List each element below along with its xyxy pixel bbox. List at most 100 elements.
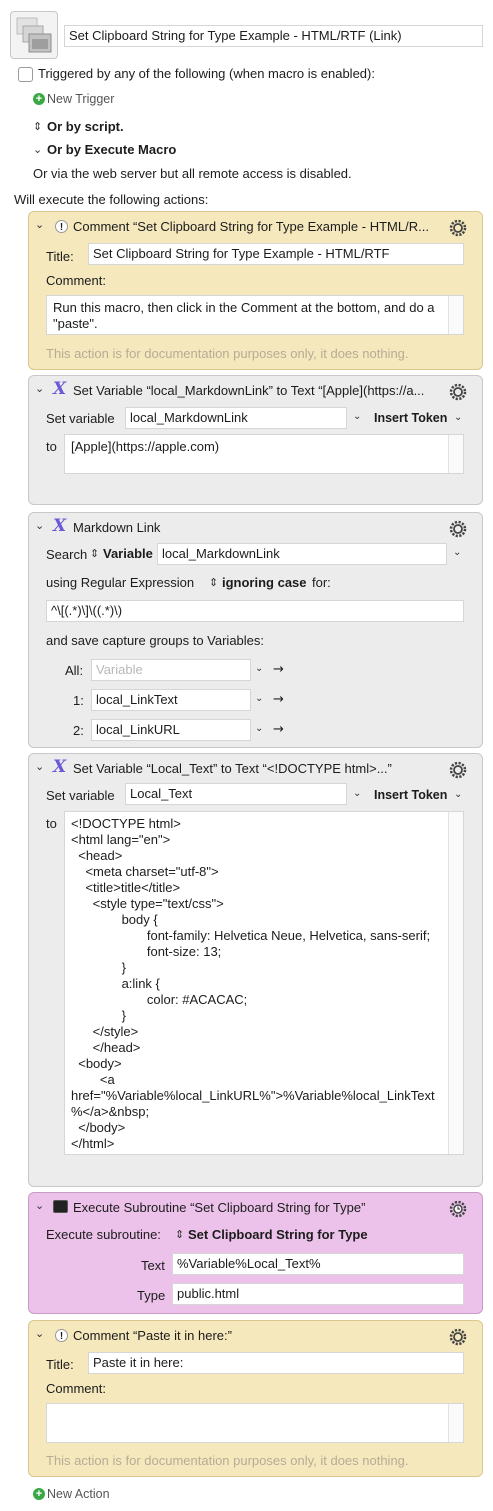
regex-field[interactable]: ^\[(.*)\]\((.*)\)	[46, 600, 464, 622]
updown-chevron-icon: ⇕	[90, 547, 100, 560]
action-title: Set Variable “local_MarkdownLink” to Tex…	[73, 383, 425, 398]
arrow-right-icon[interactable]: →	[273, 722, 284, 737]
chevron-down-icon[interactable]: ⌄	[353, 411, 361, 422]
plus-circle-icon: +	[33, 93, 45, 105]
chevron-down-icon[interactable]: ⌄	[35, 382, 44, 395]
execute-subroutine-label: Execute subroutine:	[46, 1227, 161, 1242]
arrow-right-icon[interactable]: →	[273, 662, 284, 677]
arrow-right-icon[interactable]: →	[273, 692, 284, 707]
using-regex-label: using Regular Expression	[46, 575, 195, 590]
gear-icon[interactable]	[448, 1327, 468, 1347]
action-title: Markdown Link	[73, 520, 161, 535]
chevron-down-icon[interactable]: ⌄	[453, 547, 461, 558]
documentation-note: This action is for documentation purpose…	[46, 1453, 409, 1468]
macro-icon[interactable]	[10, 11, 58, 59]
for-label: for:	[312, 575, 331, 590]
will-execute-label: Will execute the following actions:	[14, 192, 209, 207]
triggered-checkbox[interactable]	[18, 67, 33, 82]
scrollbar[interactable]	[448, 296, 463, 334]
triggered-label: Triggered by any of the following (when …	[38, 66, 375, 81]
chevron-down-icon: ⌄	[33, 143, 43, 156]
chevron-down-icon[interactable]: ⌄	[35, 1199, 44, 1212]
web-server-note: Or via the web server but all remote acc…	[33, 166, 352, 181]
title-field[interactable]: Paste it in here:	[88, 1352, 464, 1374]
x-variable-icon: X	[53, 379, 67, 399]
action-header[interactable]: ⌄ ! Comment “Set Clipboard String for Ty…	[35, 218, 476, 238]
save-groups-label: and save capture groups to Variables:	[46, 633, 265, 648]
action-header[interactable]: ⌄ ! Comment “Paste it in here:”	[35, 1327, 476, 1347]
chevron-down-icon[interactable]: ⌄	[255, 693, 263, 704]
group-2-field[interactable]: local_LinkURL	[91, 719, 251, 741]
chevron-down-icon[interactable]: ⌄	[35, 1327, 44, 1340]
insert-token-label: Insert Token	[374, 411, 448, 425]
execute-subroutine-action[interactable]: ⌄ Execute Subroutine “Set Clipboard Stri…	[28, 1192, 483, 1314]
chevron-down-icon[interactable]: ⌄	[35, 519, 44, 532]
set-variable-action[interactable]: ⌄ X Set Variable “local_MarkdownLink” to…	[28, 375, 483, 505]
gear-clock-icon[interactable]	[448, 1199, 468, 1219]
chevron-down-icon[interactable]: ⌄	[255, 663, 263, 674]
x-variable-icon: X	[53, 516, 67, 536]
scrollbar[interactable]	[448, 435, 463, 473]
text-field[interactable]: [Apple](https://apple.com)	[64, 434, 464, 474]
set-variable-label: Set variable	[46, 411, 115, 426]
chevron-down-icon[interactable]: ⌄	[353, 788, 361, 799]
title-field[interactable]: Set Clipboard String for Type Example - …	[88, 243, 464, 265]
text-value: <!DOCTYPE html> <html lang="en"> <head> …	[71, 816, 435, 1151]
comment-action[interactable]: ⌄ ! Comment “Set Clipboard String for Ty…	[28, 211, 483, 370]
gear-icon[interactable]	[448, 218, 468, 238]
variable-name-field[interactable]: Local_Text	[125, 783, 347, 805]
action-title: Execute Subroutine “Set Clipboard String…	[73, 1200, 366, 1215]
exclamation-icon: !	[55, 220, 68, 233]
group-all-field[interactable]: Variable	[91, 659, 251, 681]
chevron-down-icon[interactable]: ⌄	[35, 218, 44, 231]
search-label: Search	[46, 547, 88, 562]
to-label: to	[46, 816, 57, 831]
text-field[interactable]: <!DOCTYPE html> <html lang="en"> <head> …	[64, 811, 464, 1155]
gear-icon[interactable]	[448, 519, 468, 539]
chevron-down-icon[interactable]: ⌄	[255, 723, 263, 734]
comment-label: Comment:	[46, 273, 106, 288]
action-header[interactable]: ⌄ X Markdown Link	[35, 516, 476, 539]
documentation-note: This action is for documentation purpose…	[46, 346, 409, 361]
search-regex-action[interactable]: ⌄ X Markdown Link Search ⇕ Variable loca…	[28, 512, 483, 748]
or-by-script-label: Or by script.	[47, 119, 124, 134]
param-text-field[interactable]: %Variable%Local_Text%	[172, 1253, 464, 1275]
exclamation-icon: !	[55, 1329, 68, 1342]
comment-field[interactable]: Run this macro, then click in the Commen…	[46, 295, 464, 335]
text-value: [Apple](https://apple.com)	[71, 439, 220, 454]
scrollbar[interactable]	[448, 812, 463, 1154]
group-1-label: 1:	[73, 693, 84, 708]
action-header[interactable]: ⌄ X Set Variable “Local_Text” to Text “<…	[35, 757, 476, 780]
action-title: Comment “Set Clipboard String for Type E…	[73, 219, 429, 234]
action-header[interactable]: ⌄ Execute Subroutine “Set Clipboard Stri…	[35, 1199, 476, 1219]
gear-icon[interactable]	[448, 760, 468, 780]
group-2-label: 2:	[73, 723, 84, 738]
param-type-field[interactable]: public.html	[172, 1283, 464, 1305]
group-1-field[interactable]: local_LinkText	[91, 689, 251, 711]
insert-token-label: Insert Token	[374, 788, 448, 802]
comment-field[interactable]	[46, 1403, 464, 1443]
scrollbar[interactable]	[448, 1404, 463, 1442]
terminal-window-icon	[53, 1200, 68, 1213]
param-type-label: Type	[137, 1288, 166, 1303]
to-label: to	[46, 439, 57, 454]
search-variable-field[interactable]: local_MarkdownLink	[157, 543, 447, 565]
case-mode-label: ignoring case	[222, 575, 307, 590]
comment-action[interactable]: ⌄ ! Comment “Paste it in here:” Title: P…	[28, 1320, 483, 1477]
chevron-down-icon[interactable]: ⌄	[35, 760, 44, 773]
plus-circle-icon: +	[33, 1488, 45, 1500]
variable-name-field[interactable]: local_MarkdownLink	[125, 407, 347, 429]
macro-name-field[interactable]: Set Clipboard String for Type Example - …	[64, 25, 483, 47]
comment-label: Comment:	[46, 1381, 106, 1396]
updown-chevron-icon: ⇕	[209, 576, 219, 589]
action-header[interactable]: ⌄ X Set Variable “local_MarkdownLink” to…	[35, 379, 476, 402]
chevron-down-icon: ⌄	[454, 412, 463, 423]
new-trigger-label: New Trigger	[47, 92, 115, 106]
set-variable-action[interactable]: ⌄ X Set Variable “Local_Text” to Text “<…	[28, 753, 483, 1187]
comment-text: Run this macro, then click in the Commen…	[53, 300, 439, 331]
title-label: Title:	[46, 1357, 74, 1372]
gear-icon[interactable]	[448, 382, 468, 402]
param-text-label: Text	[141, 1258, 165, 1273]
search-mode-label: Variable	[103, 546, 153, 561]
updown-chevron-icon: ⇕	[33, 120, 43, 133]
